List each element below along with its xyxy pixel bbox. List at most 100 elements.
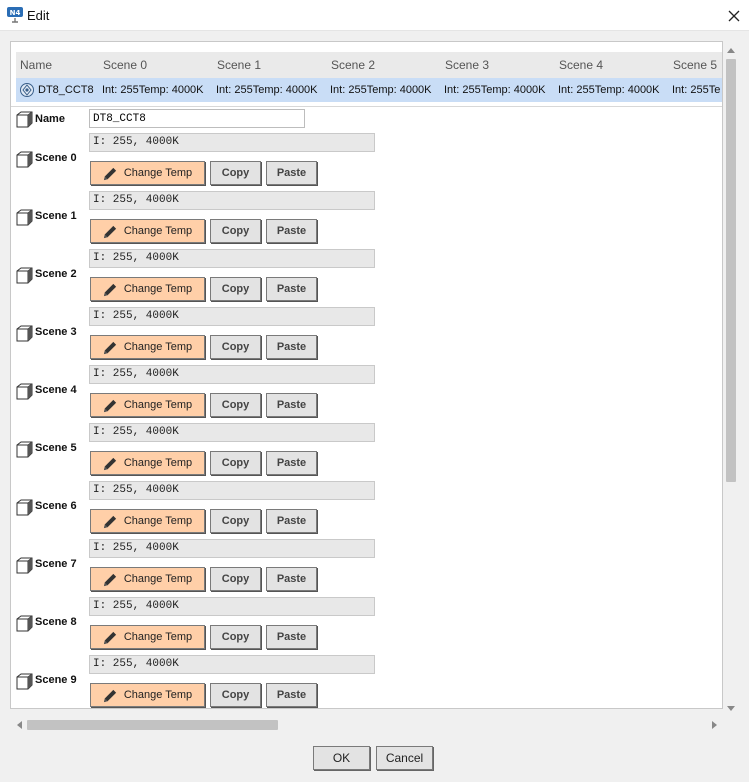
scene-row-1: Scene 1 I: 255, 4000K Change Temp Copy Paste [11,191,411,249]
paste-button[interactable]: Paste [266,219,317,243]
change-temp-button[interactable]: Change Temp [90,451,205,475]
row-scene-3-cell: Int: 255Temp: 4000K [444,84,546,96]
change-temp-label: Change Temp [123,631,193,643]
copy-button[interactable]: Copy [210,625,261,649]
row-scene-2-cell: Int: 255Temp: 4000K [330,84,432,96]
change-temp-label: Change Temp [123,573,193,585]
scene-row-4: Scene 4 I: 255, 4000K Change Temp Copy Paste [11,365,411,423]
svg-text:N4: N4 [10,9,21,17]
property-box-icon [16,499,33,516]
paste-button[interactable]: Paste [266,393,317,417]
scene-row-8: Scene 8 I: 255, 4000K Change Temp Copy Paste [11,597,411,655]
column-header-scene-0[interactable]: Scene 0 [103,52,147,78]
pencil-icon [103,689,116,702]
property-box-icon [16,209,33,226]
scene-value-field: I: 255, 4000K [89,481,375,500]
scene-label: Scene 1 [35,210,77,222]
pencil-icon [103,399,116,412]
paste-button[interactable]: Paste [266,625,317,649]
copy-button[interactable]: Copy [210,567,261,591]
row-scene-0-cell: Int: 255Temp: 4000K [102,84,204,96]
pencil-icon [103,283,116,296]
chevron-up-icon [727,47,735,53]
scene-value-field: I: 255, 4000K [89,249,375,268]
column-header-name[interactable]: Name [20,52,52,78]
copy-button[interactable]: Copy [210,219,261,243]
column-header-scene-5[interactable]: Scene 5 [673,52,717,78]
pencil-icon [103,631,116,644]
column-header-scene-4[interactable]: Scene 4 [559,52,603,78]
change-temp-button[interactable]: Change Temp [90,393,205,417]
change-temp-button[interactable]: Change Temp [90,683,205,707]
copy-button[interactable]: Copy [210,393,261,417]
column-header-scene-1[interactable]: Scene 1 [217,52,261,78]
copy-button[interactable]: Copy [210,277,261,301]
paste-button[interactable]: Paste [266,509,317,533]
name-field-row: Name [11,108,411,132]
copy-button[interactable]: Copy [210,161,261,185]
close-button[interactable] [719,0,749,31]
scene-label: Scene 5 [35,442,77,454]
change-temp-button[interactable]: Change Temp [90,161,205,185]
change-temp-button[interactable]: Change Temp [90,335,205,359]
property-box-icon [16,673,33,690]
paste-button[interactable]: Paste [266,277,317,301]
dali-device-icon [20,83,34,97]
scene-label: Scene 3 [35,326,77,338]
copy-button[interactable]: Copy [210,451,261,475]
scene-row-7: Scene 7 I: 255, 4000K Change Temp Copy Paste [11,539,411,597]
column-header-scene-3[interactable]: Scene 3 [445,52,489,78]
scene-value-field: I: 255, 4000K [89,191,375,210]
scene-row-3: Scene 3 I: 255, 4000K Change Temp Copy Paste [11,307,411,365]
scene-value-field: I: 255, 4000K [89,307,375,326]
vertical-scroll-thumb[interactable] [726,59,736,482]
close-icon [728,10,740,21]
property-box-icon [16,441,33,458]
horizontal-scrollbar[interactable] [10,716,723,734]
copy-button[interactable]: Copy [210,509,261,533]
name-input[interactable] [89,109,305,128]
row-name-cell: DT8_CCT8 [38,84,94,96]
change-temp-label: Change Temp [123,167,193,179]
scene-label: Scene 9 [35,674,77,686]
paste-button[interactable]: Paste [266,683,317,707]
app-icon: N4 [7,7,23,23]
scene-row-6: Scene 6 I: 255, 4000K Change Temp Copy Paste [11,481,411,539]
cancel-button[interactable]: Cancel [376,746,433,770]
scene-label: Scene 6 [35,500,77,512]
table-row[interactable]: DT8_CCT8 Int: 255Temp: 4000K Int: 255Tem… [16,78,722,102]
paste-button[interactable]: Paste [266,451,317,475]
name-label: Name [35,113,65,125]
scroll-right-arrow[interactable] [707,716,721,734]
ok-button[interactable]: OK [313,746,370,770]
copy-button[interactable]: Copy [210,335,261,359]
property-box-icon [16,383,33,400]
copy-button[interactable]: Copy [210,683,261,707]
change-temp-button[interactable]: Change Temp [90,625,205,649]
paste-button[interactable]: Paste [266,335,317,359]
change-temp-button[interactable]: Change Temp [90,219,205,243]
pencil-icon [103,457,116,470]
title-bar: N4 Edit [0,0,749,31]
scene-value-field: I: 255, 4000K [89,597,375,616]
vertical-scrollbar[interactable] [723,41,739,716]
change-temp-button[interactable]: Change Temp [90,509,205,533]
pencil-icon [103,225,116,238]
divider [11,106,722,107]
paste-button[interactable]: Paste [266,567,317,591]
scroll-left-arrow[interactable] [12,716,26,734]
scene-value-field: I: 255, 4000K [89,133,375,152]
paste-button[interactable]: Paste [266,161,317,185]
change-temp-label: Change Temp [123,689,193,701]
change-temp-button[interactable]: Change Temp [90,567,205,591]
horizontal-scroll-thumb[interactable] [27,720,278,730]
scene-label: Scene 2 [35,268,77,280]
table-header: Name Scene 0 Scene 1 Scene 2 Scene 3 Sce… [16,52,722,78]
scroll-up-arrow[interactable] [723,43,739,57]
scene-row-9: Scene 9 I: 255, 4000K Change Temp Copy Paste [11,655,411,708]
change-temp-label: Change Temp [123,399,193,411]
scroll-down-arrow[interactable] [723,701,739,715]
column-header-scene-2[interactable]: Scene 2 [331,52,375,78]
change-temp-button[interactable]: Change Temp [90,277,205,301]
change-temp-label: Change Temp [123,225,193,237]
